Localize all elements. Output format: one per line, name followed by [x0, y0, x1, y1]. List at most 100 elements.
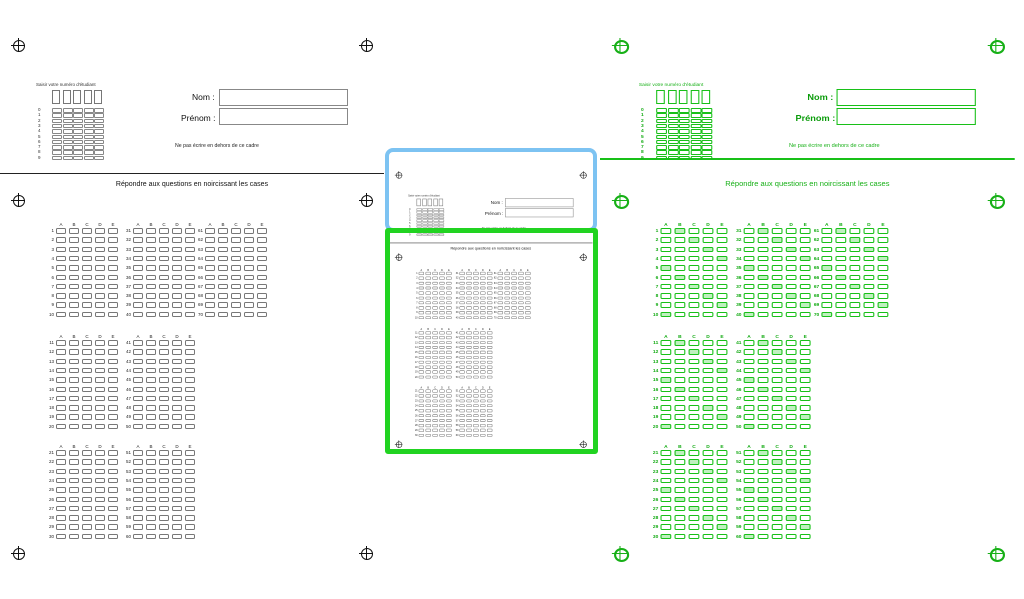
answer-bubble [172, 255, 182, 262]
answer-letter-header: D [98, 222, 102, 227]
student-id-bubble [667, 118, 679, 124]
question-number: 20 [652, 423, 659, 429]
answer-bubble [821, 228, 833, 234]
answer-bubble [688, 283, 700, 290]
answer-bubble [56, 311, 66, 318]
answer-bubble [863, 311, 875, 318]
answer-letter-header: E [720, 444, 724, 449]
answer-bubble [785, 477, 797, 484]
registration-mark-icon [611, 38, 630, 54]
question-number: 48 [736, 405, 742, 411]
question-number: 37 [736, 283, 742, 289]
question-number: 64 [813, 255, 820, 261]
question-number: 28 [48, 515, 54, 521]
question-number: 41 [736, 340, 742, 345]
answer-bubble [757, 367, 769, 374]
answer-bubble [95, 367, 105, 374]
answer-bubble [757, 340, 769, 346]
answer-bubble [785, 237, 797, 243]
student-id-bubble [678, 108, 690, 113]
answer-bubble [835, 311, 847, 318]
question-number: 57 [125, 505, 131, 511]
answer-bubble [56, 395, 66, 402]
instructions: Répondre aux questions en noircissant le… [115, 181, 269, 188]
student-id-bubble [678, 145, 690, 150]
answer-bubble [771, 386, 783, 392]
student-id-bubble [73, 129, 83, 134]
question-number: 25 [652, 487, 659, 493]
answer-bubble [660, 293, 672, 299]
answer-bubble [849, 246, 861, 253]
student-id-bubble [667, 108, 679, 113]
question-number: 66 [813, 274, 820, 280]
question-number: 8 [655, 293, 659, 299]
student-id-bubble [52, 108, 62, 113]
student-id-bubble [73, 134, 83, 139]
answer-bubble [743, 505, 755, 512]
answer-bubble [159, 477, 169, 484]
registration-mark-icon [11, 38, 25, 52]
answer-bubble [660, 459, 672, 465]
answer-letter-header: E [111, 334, 115, 339]
answer-bubble [146, 450, 156, 456]
student-id-bubble [701, 113, 713, 118]
answer-bubble [849, 237, 861, 243]
answer-bubble [688, 450, 700, 456]
answer-bubble [172, 237, 182, 243]
answer-bubble [799, 358, 811, 365]
answer-bubble [660, 237, 672, 243]
answer-bubble [743, 367, 755, 374]
separator-line [0, 173, 384, 174]
nom-field [836, 89, 976, 106]
answer-bubble [660, 505, 672, 512]
answer-bubble [56, 255, 66, 262]
student-id-bubble [690, 150, 701, 155]
answer-bubble [799, 405, 811, 411]
answer-bubble [69, 468, 79, 475]
answer-bubble [133, 395, 143, 402]
answer-bubble [205, 237, 215, 243]
answer-bubble [244, 265, 254, 271]
answer-bubble [185, 386, 195, 392]
answer-bubble [688, 228, 700, 234]
question-number: 17 [652, 395, 659, 401]
answer-bubble [757, 237, 769, 243]
student-id-bubble [690, 108, 701, 113]
answer-bubble [702, 237, 714, 243]
student-id-bubble [94, 118, 104, 124]
question-number: 37 [125, 283, 131, 289]
prenom-field [219, 108, 348, 125]
question-number: 28 [652, 515, 659, 521]
student-id-bubble [94, 150, 104, 155]
answer-bubble [799, 377, 811, 383]
student-id-bubble [678, 113, 690, 118]
answer-bubble [785, 414, 797, 420]
answer-bubble [702, 358, 714, 365]
answer-letter-header: C [162, 444, 166, 449]
answer-bubble [674, 496, 686, 502]
answer-bubble [133, 367, 143, 374]
question-number: 22 [652, 459, 659, 465]
answer-bubble [95, 395, 105, 402]
student-id-bubble [656, 123, 667, 129]
answer-bubble [674, 395, 686, 402]
answer-bubble [146, 423, 156, 430]
answer-bubble [69, 459, 79, 465]
answer-bubble [244, 228, 254, 234]
answer-bubble [69, 293, 79, 299]
question-number: 41 [125, 340, 131, 345]
question-number: 9 [51, 302, 54, 308]
answer-bubble [757, 524, 769, 530]
answer-bubble [771, 515, 783, 521]
question-number: 63 [813, 246, 820, 252]
answer-bubble [771, 395, 783, 402]
answer-bubble [95, 423, 105, 430]
answer-letter-header: E [188, 444, 192, 449]
student-id-digit-box [667, 90, 677, 104]
answer-bubble [133, 496, 143, 502]
registration-mark-icon [987, 38, 1006, 54]
question-number: 7 [655, 283, 659, 289]
answer-bubble [146, 487, 156, 493]
student-id-digit-box [73, 90, 81, 104]
registration-mark-stroke [365, 546, 367, 560]
